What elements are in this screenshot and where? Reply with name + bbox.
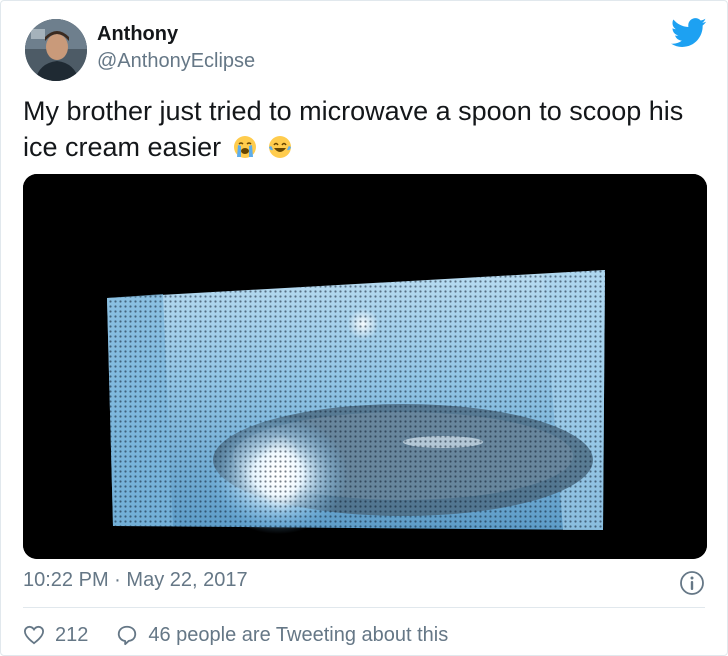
microwave-photo-image (23, 174, 707, 559)
reply-button[interactable]: 46 people are Tweeting about this (116, 624, 448, 647)
divider (23, 607, 705, 608)
tweet-card: Anthony @AnthonyEclipse My brother just … (0, 0, 728, 656)
display-name[interactable]: Anthony (97, 23, 178, 46)
tweet-time: 10:22 PM (23, 569, 109, 591)
reply-text: 46 people are Tweeting about this (148, 623, 449, 646)
tweet-media-photo[interactable] (23, 174, 707, 559)
user-handle[interactable]: @AnthonyEclipse (97, 50, 255, 73)
twitter-bird-icon[interactable] (671, 17, 707, 49)
tweet-text-body: My brother just tried to microwave a spo… (23, 96, 684, 162)
speech-bubble-icon (118, 625, 137, 646)
loudly-crying-face-icon (233, 136, 256, 158)
tweet-text: My brother just tried to microwave a spo… (23, 93, 703, 165)
tweet-actions: 212 46 people are Tweeting about this (23, 619, 476, 651)
like-button[interactable]: 212 (23, 624, 88, 647)
meta-separator: · (114, 569, 121, 591)
avatar-image (25, 19, 87, 81)
tears-of-joy-face-icon (269, 136, 292, 158)
avatar[interactable] (25, 19, 87, 81)
heart-icon (23, 625, 45, 645)
like-count: 212 (55, 623, 89, 646)
tweet-date: May 22, 2017 (126, 569, 248, 591)
tweet-timestamp[interactable]: 10:22 PM · May 22, 2017 (23, 569, 248, 592)
info-icon[interactable] (679, 570, 705, 596)
